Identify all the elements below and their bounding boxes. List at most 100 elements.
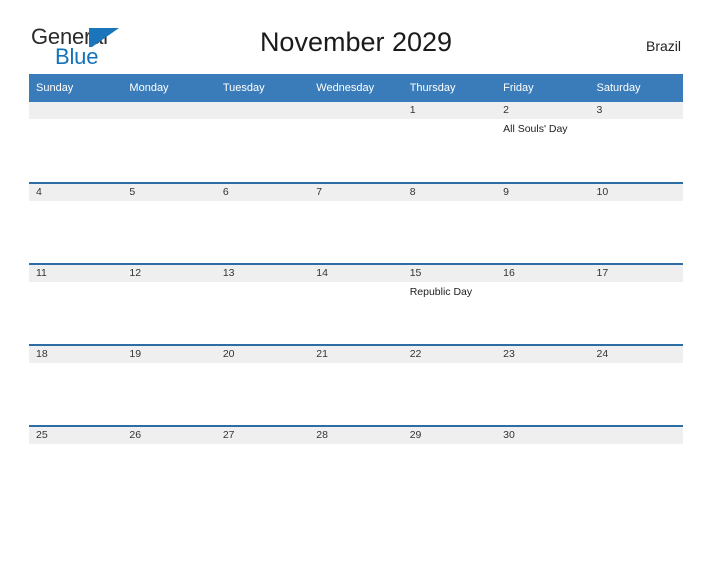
calendar-week-row: 11 12 13 14 15 Republic Day 16 17: [29, 263, 683, 345]
day-events: [403, 201, 496, 205]
calendar-day-cell[interactable]: 13: [215, 263, 310, 345]
calendar-day-cell[interactable]: 1: [402, 102, 497, 183]
calendar-day-cell[interactable]: 2 All Souls' Day: [496, 102, 590, 183]
day-cell-inner: 8: [402, 184, 497, 263]
calendar-day-cell[interactable]: 25: [29, 425, 123, 507]
calendar-day-cell[interactable]: 5: [122, 182, 216, 264]
weekday-header-cell: Monday: [122, 74, 216, 102]
calendar-day-cell[interactable]: 9: [496, 182, 590, 264]
day-number: 27: [215, 427, 310, 444]
day-events: [216, 119, 309, 123]
day-cell-inner: 2 All Souls' Day: [496, 102, 590, 182]
weekday-header-cell: Thursday: [402, 74, 497, 102]
calendar-grid: Sunday Monday Tuesday Wednesday Thursday Frid…: [29, 74, 683, 507]
day-cell-inner: 17: [589, 265, 683, 344]
calendar-day-cell[interactable]: 15 Republic Day: [402, 263, 497, 345]
calendar-day-cell[interactable]: [589, 425, 683, 507]
day-cell-inner: 12: [122, 265, 216, 344]
day-number: 11: [29, 265, 123, 282]
day-cell-inner: 6: [215, 184, 310, 263]
day-cell-inner: [29, 102, 123, 182]
day-cell-inner: 29: [402, 427, 497, 507]
day-events: [309, 201, 402, 205]
weekday-header-cell: Tuesday: [215, 74, 310, 102]
calendar-day-cell[interactable]: 28: [309, 425, 403, 507]
calendar-day-cell[interactable]: 12: [122, 263, 216, 345]
calendar-day-cell[interactable]: 22: [402, 344, 497, 426]
calendar-table: Sunday Monday Tuesday Wednesday Thursday Frid…: [29, 74, 683, 507]
calendar-day-cell[interactable]: 30: [496, 425, 590, 507]
calendar-day-cell[interactable]: 8: [402, 182, 497, 264]
day-cell-inner: 30: [496, 427, 590, 507]
calendar-day-cell[interactable]: 7: [309, 182, 403, 264]
calendar-day-cell[interactable]: [122, 102, 216, 183]
calendar-day-cell[interactable]: 21: [309, 344, 403, 426]
day-number: 15: [402, 265, 497, 282]
calendar-day-cell[interactable]: 6: [215, 182, 310, 264]
day-number: 9: [496, 184, 590, 201]
country-label: Brazil: [645, 38, 681, 54]
day-events: [216, 444, 309, 448]
day-number: 24: [589, 346, 683, 363]
day-cell-inner: 15 Republic Day: [402, 265, 497, 344]
calendar-day-cell[interactable]: 14: [309, 263, 403, 345]
calendar-day-cell[interactable]: 10: [589, 182, 683, 264]
day-cell-inner: 21: [309, 346, 403, 425]
day-cell-inner: [589, 427, 683, 507]
holiday-label: Republic Day: [409, 286, 473, 298]
day-number: 29: [402, 427, 497, 444]
day-events: [403, 363, 496, 367]
day-cell-inner: [122, 102, 216, 182]
calendar-day-cell[interactable]: 26: [122, 425, 216, 507]
day-number: 30: [496, 427, 590, 444]
calendar-day-cell[interactable]: 4: [29, 182, 123, 264]
day-number: [589, 427, 683, 444]
calendar-day-cell[interactable]: 11: [29, 263, 123, 345]
day-cell-inner: [309, 102, 403, 182]
day-number: 12: [122, 265, 216, 282]
calendar-day-cell[interactable]: [29, 102, 123, 183]
day-number: 2: [496, 102, 590, 119]
calendar-day-cell[interactable]: 29: [402, 425, 497, 507]
day-number: 4: [29, 184, 123, 201]
day-number: 19: [122, 346, 216, 363]
calendar-day-cell[interactable]: 16: [496, 263, 590, 345]
day-events: [309, 444, 402, 448]
page-header: General Blue November 2029 Brazil: [29, 22, 683, 74]
calendar-day-cell[interactable]: 23: [496, 344, 590, 426]
day-events: [496, 201, 589, 205]
day-cell-inner: 20: [215, 346, 310, 425]
day-cell-inner: 11: [29, 265, 123, 344]
calendar-day-cell[interactable]: 20: [215, 344, 310, 426]
day-events: [590, 444, 683, 448]
calendar-day-cell[interactable]: 18: [29, 344, 123, 426]
calendar-day-cell[interactable]: 17: [589, 263, 683, 345]
day-events: [496, 282, 589, 286]
calendar-day-cell[interactable]: 19: [122, 344, 216, 426]
day-number: 18: [29, 346, 123, 363]
calendar-day-cell[interactable]: [309, 102, 403, 183]
day-cell-inner: 26: [122, 427, 216, 507]
day-events: [403, 119, 496, 123]
day-number: 20: [215, 346, 310, 363]
day-events: Republic Day: [403, 282, 496, 299]
day-events: [29, 119, 122, 123]
day-cell-inner: 23: [496, 346, 590, 425]
weekday-header-cell: Friday: [496, 74, 590, 102]
calendar-day-cell[interactable]: 27: [215, 425, 310, 507]
calendar-body: 1 2 All Souls' Day 3 4 5 6 7 8 9 10 11 12 13 14 15 Repub…: [29, 102, 683, 507]
calendar-week-row: 4 5 6 7 8 9 10: [29, 182, 683, 264]
calendar-header-row: Sunday Monday Tuesday Wednesday Thursday Frid…: [29, 74, 683, 102]
day-number: 23: [496, 346, 590, 363]
calendar-day-cell[interactable]: 24: [589, 344, 683, 426]
calendar-day-cell[interactable]: [215, 102, 310, 183]
day-events: [496, 444, 589, 448]
day-events: [403, 444, 496, 448]
day-number: 28: [309, 427, 403, 444]
day-number: 5: [122, 184, 216, 201]
page-title: November 2029: [259, 27, 453, 57]
calendar-day-cell[interactable]: 3: [589, 102, 683, 183]
day-cell-inner: 3: [589, 102, 683, 182]
day-number: 21: [309, 346, 403, 363]
day-number: 1: [402, 102, 497, 119]
